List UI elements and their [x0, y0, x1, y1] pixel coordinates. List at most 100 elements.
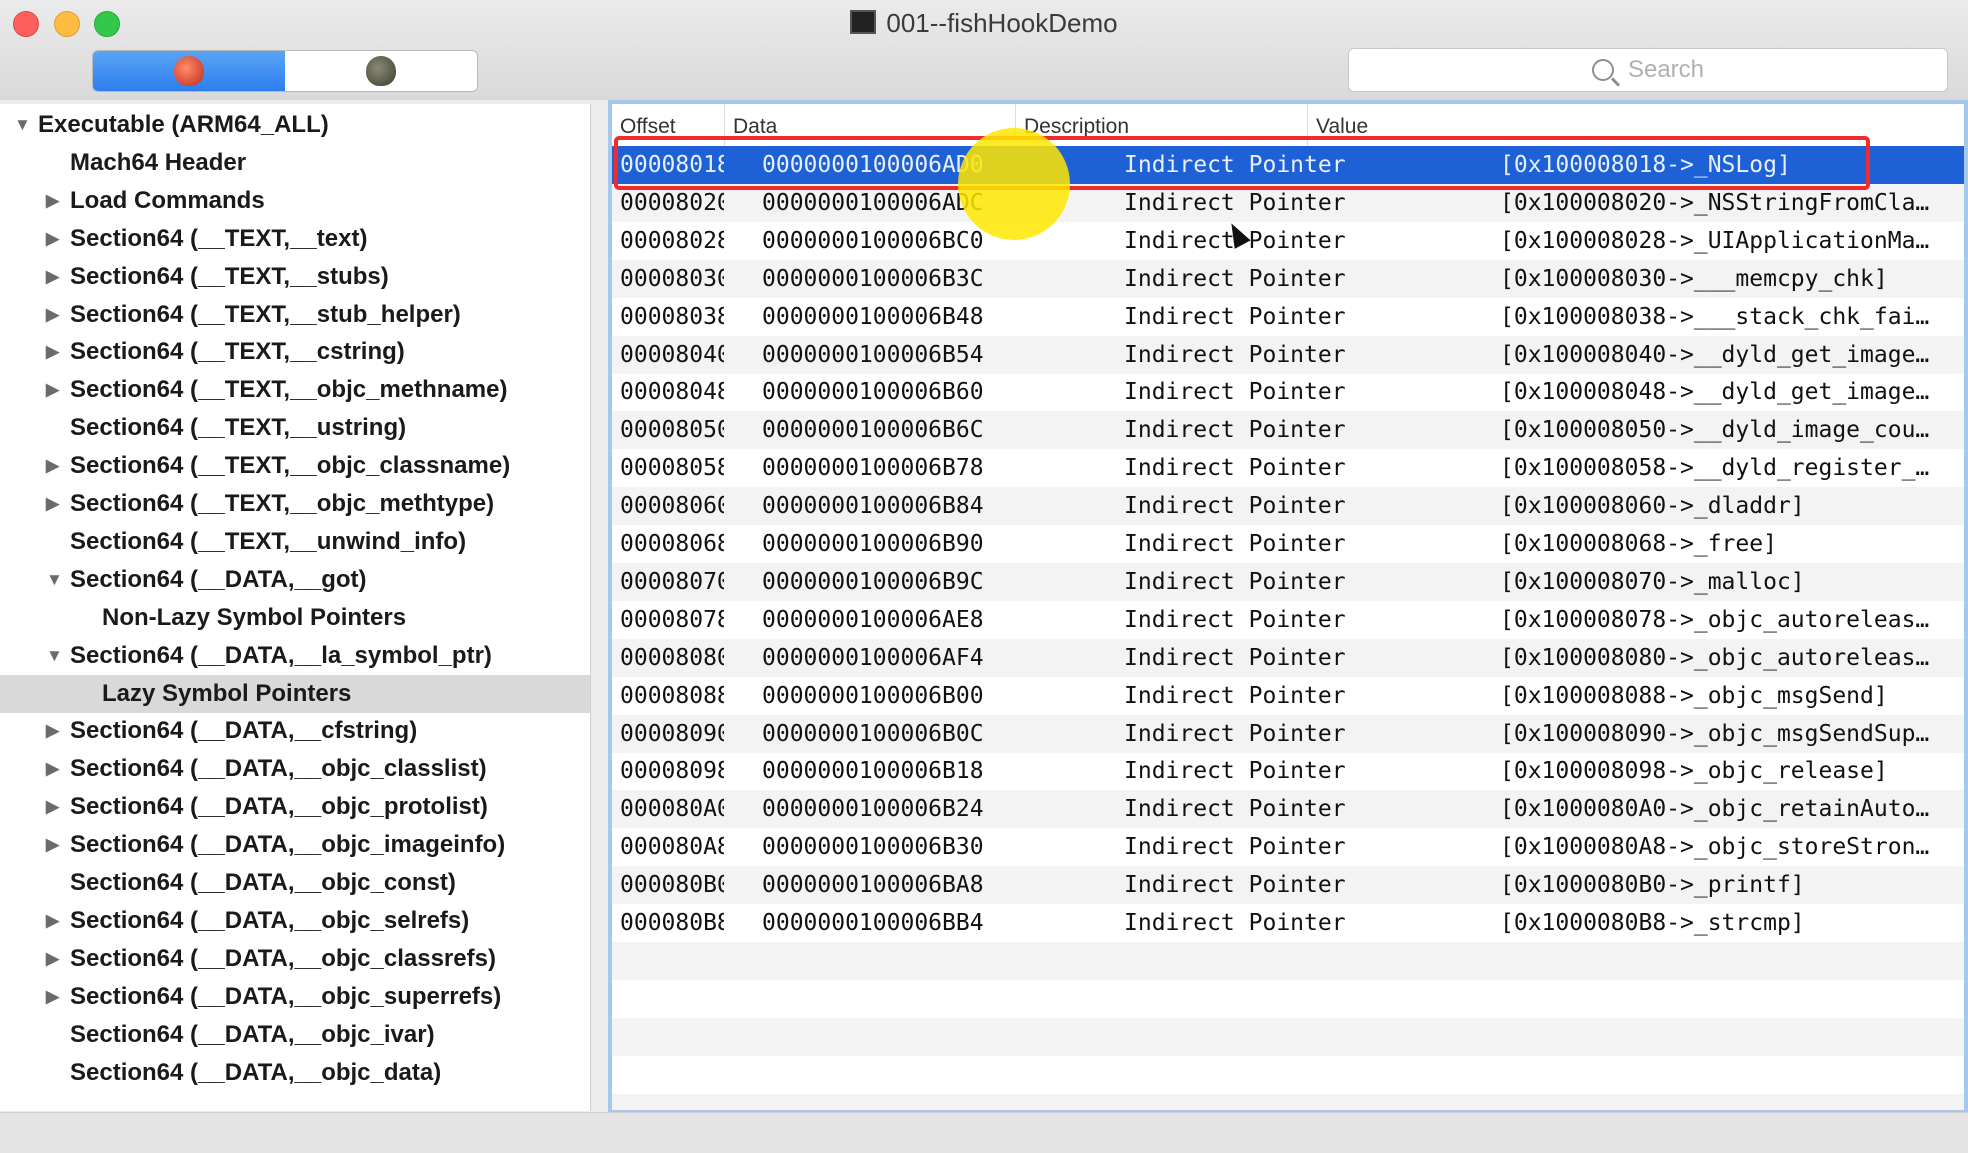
- table-cell-data: 0000000100006B78: [762, 455, 984, 482]
- table-cell-data: 0000000100006B9C: [762, 568, 984, 595]
- disclosure-triangle-icon[interactable]: ▼: [46, 561, 63, 599]
- sidebar-item[interactable]: ▶ Section64 (__TEXT,__text): [0, 220, 590, 258]
- table-cell-data: 0000000100006AF4: [762, 644, 984, 671]
- disclosure-triangle-icon[interactable]: ▶: [46, 750, 59, 788]
- window-bottom-bar: [0, 1112, 1968, 1153]
- sidebar-item[interactable]: Section64 (__TEXT,__ustring): [0, 409, 590, 447]
- disclosure-triangle-icon[interactable]: ▶: [46, 788, 59, 826]
- disclosure-triangle-icon[interactable]: ▶: [46, 485, 59, 523]
- sidebar-item[interactable]: ▶ Section64 (__DATA,__objc_selrefs): [0, 902, 590, 940]
- sidebar-item[interactable]: ▼ Section64 (__DATA,__got): [0, 561, 590, 599]
- disclosure-triangle-icon[interactable]: ▶: [46, 371, 59, 409]
- disclosure-triangle-icon[interactable]: ▼: [46, 637, 63, 675]
- table-row[interactable]: 000080B0 0000000100006BA8 Indirect Pointer…: [612, 866, 1964, 905]
- table-cell-data: 0000000100006B00: [762, 682, 984, 709]
- table-cell-data: 0000000100006B90: [762, 531, 984, 557]
- table-cell-offset: 00008078: [620, 606, 724, 633]
- table-row[interactable]: 00008090 0000000100006B0C Indirect Pointer…: [612, 714, 1964, 753]
- table-cell-data: 0000000100006B6C: [762, 417, 984, 444]
- view-mode-segmented-control[interactable]: [92, 50, 478, 92]
- table-row[interactable]: 00008040 0000000100006B54 Indirect Pointer…: [612, 335, 1964, 374]
- disclosure-triangle-icon[interactable]: ▶: [46, 220, 59, 258]
- table-cell-description: Indirect Pointer: [1124, 379, 1346, 406]
- table-row[interactable]: 00008028 0000000100006BC0 Indirect Pointer…: [612, 222, 1964, 260]
- sidebar-item[interactable]: Lazy Symbol Pointers: [0, 674, 590, 713]
- table-cell-offset: 00008060: [620, 493, 724, 520]
- apple-red-icon: [174, 56, 204, 86]
- table-row[interactable]: 00008098 0000000100006B18 Indirect Pointer…: [612, 752, 1964, 790]
- disclosure-triangle-icon[interactable]: ▶: [46, 182, 59, 220]
- disclosure-triangle-icon[interactable]: ▶: [46, 333, 59, 371]
- table-cell-value: [0x1000080B8->_strcmp]: [1500, 910, 1805, 936]
- sidebar-item[interactable]: ▶ Load Commands: [0, 182, 590, 220]
- search-icon: [1591, 59, 1614, 81]
- segment-gray-apple[interactable]: [285, 51, 477, 91]
- table-row[interactable]: 00008070 0000000100006B9C Indirect Pointer…: [612, 562, 1964, 601]
- table-cell-data: 0000000100006B84: [762, 493, 984, 520]
- sidebar-item[interactable]: ▶ Section64 (__TEXT,__stubs): [0, 258, 590, 296]
- table-row[interactable]: 00008048 0000000100006B60 Indirect Pointer…: [612, 373, 1964, 411]
- table-cell-offset: 00008048: [620, 379, 724, 406]
- sidebar-item[interactable]: Section64 (__DATA,__objc_const): [0, 864, 590, 902]
- sidebar-item[interactable]: ▶ Section64 (__DATA,__cfstring): [0, 712, 590, 750]
- sidebar-item[interactable]: ▶ Section64 (__DATA,__objc_classlist): [0, 750, 590, 788]
- search-field[interactable]: Search: [1348, 48, 1948, 92]
- sidebar-item[interactable]: ▼ Executable (ARM64_ALL): [0, 106, 590, 144]
- sidebar-item[interactable]: Section64 (__TEXT,__unwind_info): [0, 523, 590, 561]
- sidebar-item-label: Lazy Symbol Pointers: [102, 679, 352, 707]
- sidebar-item[interactable]: ▼ Section64 (__DATA,__la_symbol_ptr): [0, 637, 590, 675]
- table-row[interactable]: 00008060 0000000100006B84 Indirect Pointer…: [612, 487, 1964, 526]
- table-cell-description: Indirect Pointer: [1124, 303, 1346, 330]
- table-row[interactable]: 00008078 0000000100006AE8 Indirect Pointer…: [612, 601, 1964, 639]
- disclosure-triangle-icon[interactable]: ▶: [46, 978, 59, 1016]
- sidebar-item-label: Section64 (__DATA,__got): [70, 565, 367, 593]
- window-title-text: 001--fishHookDemo: [886, 8, 1118, 38]
- sidebar-item[interactable]: ▶ Section64 (__TEXT,__objc_classname): [0, 447, 590, 485]
- sidebar-item[interactable]: Mach64 Header: [0, 144, 590, 182]
- table-row[interactable]: 000080A8 0000000100006B30 Indirect Pointer…: [612, 828, 1964, 866]
- table-row[interactable]: 00008038 0000000100006B48 Indirect Pointer…: [612, 298, 1964, 336]
- sidebar-item[interactable]: ▶ Section64 (__DATA,__objc_protolist): [0, 788, 590, 826]
- disclosure-triangle-icon[interactable]: ▶: [46, 712, 59, 750]
- sidebar-item[interactable]: Non-Lazy Symbol Pointers: [0, 599, 590, 637]
- sidebar-item-label: Non-Lazy Symbol Pointers: [102, 603, 407, 631]
- disclosure-triangle-icon[interactable]: ▼: [14, 106, 31, 144]
- sidebar-item[interactable]: Section64 (__DATA,__objc_ivar): [0, 1016, 590, 1054]
- table-cell-description: Indirect Pointer: [1124, 606, 1346, 633]
- table-row[interactable]: 00008058 0000000100006B78 Indirect Pointer…: [612, 449, 1964, 487]
- sidebar-item[interactable]: ▶ Section64 (__TEXT,__objc_methtype): [0, 485, 590, 523]
- sidebar-item[interactable]: Section64 (__DATA,__objc_data): [0, 1054, 590, 1092]
- split-view-divider[interactable]: [592, 104, 606, 1111]
- table-cell-value: [0x100008040->__dyld_get_image…: [1500, 341, 1930, 368]
- data-table[interactable]: Offset Data Description Value 00008018 00…: [608, 100, 1968, 1114]
- sidebar-item-label: Section64 (__DATA,__objc_ivar): [70, 1020, 435, 1048]
- sidebar-item[interactable]: ▶ Section64 (__TEXT,__objc_methname): [0, 371, 590, 409]
- sidebar-item[interactable]: ▶ Section64 (__DATA,__objc_classrefs): [0, 940, 590, 978]
- sidebar-item-label: Section64 (__DATA,__cfstring): [70, 717, 418, 745]
- sidebar-item[interactable]: ▶ Section64 (__TEXT,__cstring): [0, 333, 590, 371]
- table-row[interactable]: 00008068 0000000100006B90 Indirect Pointer…: [612, 525, 1964, 563]
- sidebar-tree[interactable]: ▼ Executable (ARM64_ALL) Mach64 Header ▶ Loa…: [0, 104, 591, 1111]
- table-cell-offset: 00008090: [620, 720, 724, 747]
- table-cell-description: Indirect Pointer: [1124, 910, 1346, 936]
- table-cell-description: Indirect Pointer: [1124, 644, 1346, 671]
- disclosure-triangle-icon[interactable]: ▶: [46, 826, 59, 864]
- window-title: 001--fishHookDemo: [0, 8, 1968, 39]
- sidebar-item[interactable]: ▶ Section64 (__DATA,__objc_superrefs): [0, 978, 590, 1016]
- sidebar-item-label: Section64 (__DATA,__la_symbol_ptr): [70, 641, 492, 669]
- sidebar-item[interactable]: ▶ Section64 (__DATA,__objc_imageinfo): [0, 826, 590, 864]
- disclosure-triangle-icon[interactable]: ▶: [46, 258, 59, 296]
- table-row[interactable]: 000080B8 0000000100006BB4 Indirect Pointer…: [612, 904, 1964, 942]
- table-row[interactable]: 00008050 0000000100006B6C Indirect Pointer…: [612, 411, 1964, 450]
- table-row[interactable]: 00008088 0000000100006B00 Indirect Pointer…: [612, 677, 1964, 715]
- empty-row: [612, 1093, 1964, 1110]
- table-row[interactable]: 00008030 0000000100006B3C Indirect Pointer…: [612, 259, 1964, 298]
- segment-red-apple[interactable]: [93, 51, 285, 91]
- disclosure-triangle-icon[interactable]: ▶: [46, 296, 59, 334]
- table-row[interactable]: 00008080 0000000100006AF4 Indirect Pointer…: [612, 638, 1964, 677]
- disclosure-triangle-icon[interactable]: ▶: [46, 902, 59, 940]
- disclosure-triangle-icon[interactable]: ▶: [46, 940, 59, 978]
- table-row[interactable]: 000080A0 0000000100006B24 Indirect Pointer…: [612, 790, 1964, 829]
- sidebar-item[interactable]: ▶ Section64 (__TEXT,__stub_helper): [0, 296, 590, 334]
- disclosure-triangle-icon[interactable]: ▶: [46, 447, 59, 485]
